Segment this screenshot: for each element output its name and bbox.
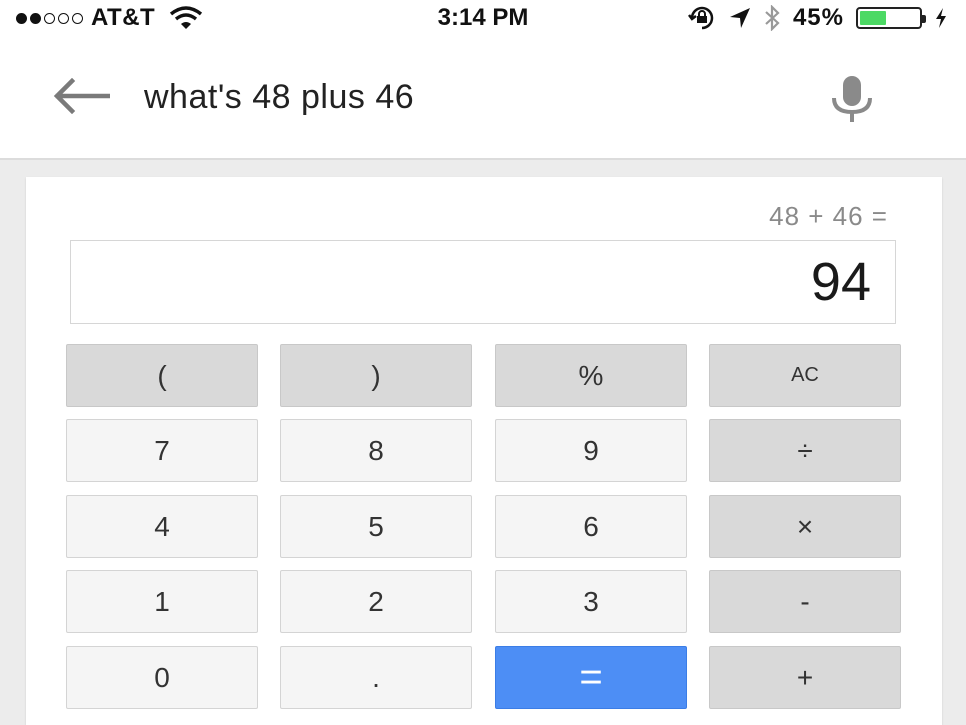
digit-4-key[interactable]: 4 bbox=[66, 495, 258, 558]
digit-7-key[interactable]: 7 bbox=[66, 419, 258, 482]
equals-key[interactable]: = bbox=[495, 646, 687, 709]
open-paren-key[interactable]: ( bbox=[66, 344, 258, 407]
back-button[interactable] bbox=[52, 77, 111, 115]
battery-icon bbox=[856, 7, 926, 29]
minus-key[interactable]: - bbox=[709, 570, 901, 633]
digit-0-key[interactable]: 0 bbox=[66, 646, 258, 709]
calculator-display: 94 bbox=[70, 240, 896, 324]
digit-8-key[interactable]: 8 bbox=[280, 419, 472, 482]
calculator-result: 94 bbox=[810, 252, 871, 312]
calculator-card: 48 + 46 = 94 ()% AC 7 8 9 ÷ 4 5 6 × 1 2 3- 0. = + bbox=[26, 177, 942, 725]
decimal-key[interactable]: . bbox=[280, 646, 472, 709]
percent-key[interactable]: % bbox=[495, 344, 687, 407]
voice-search-button[interactable] bbox=[824, 74, 880, 124]
back-arrow-icon bbox=[53, 77, 111, 115]
digit-3-key[interactable]: 3 bbox=[495, 570, 687, 633]
search-query[interactable]: what's 48 plus 46 bbox=[144, 78, 414, 117]
status-bar: AT&T 3:14 PM 45% bbox=[0, 0, 966, 34]
digit-5-key[interactable]: 5 bbox=[280, 495, 472, 558]
location-arrow-icon bbox=[729, 8, 750, 28]
multiply-key[interactable]: × bbox=[709, 495, 901, 558]
battery-percent: 45% bbox=[792, 4, 844, 31]
search-bar: what's 48 plus 46 bbox=[0, 34, 966, 160]
calculator-expression: 48 + 46 = bbox=[769, 201, 888, 231]
bluetooth-icon bbox=[765, 5, 780, 31]
digit-9-key[interactable]: 9 bbox=[495, 419, 687, 482]
digit-2-key[interactable]: 2 bbox=[280, 570, 472, 633]
charging-bolt-icon bbox=[936, 8, 946, 28]
all-clear-key[interactable]: AC bbox=[709, 344, 901, 407]
battery-level-fill bbox=[860, 11, 887, 25]
status-right: 45% bbox=[687, 4, 948, 32]
microphone-icon bbox=[832, 76, 872, 122]
plus-key[interactable]: + bbox=[709, 646, 901, 709]
rotation-lock-icon bbox=[687, 6, 714, 30]
divide-key[interactable]: ÷ bbox=[709, 419, 901, 482]
digit-6-key[interactable]: 6 bbox=[495, 495, 687, 558]
digit-1-key[interactable]: 1 bbox=[66, 570, 258, 633]
close-paren-key[interactable]: ) bbox=[280, 344, 472, 407]
